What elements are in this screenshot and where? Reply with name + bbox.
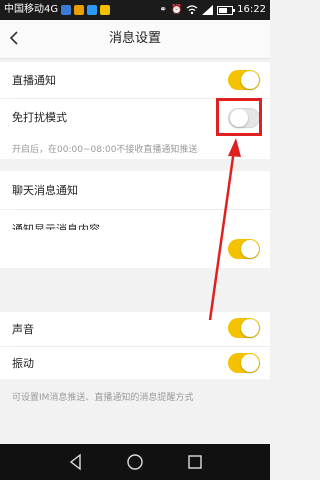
setting-label: 聊天消息通知	[12, 184, 78, 197]
recents-square-icon[interactable]	[185, 452, 205, 472]
clock: 16:22	[237, 4, 266, 15]
setting-row-unlabeled	[0, 230, 270, 268]
app-notification-icon	[61, 5, 72, 15]
headphone-icon: ⚭	[159, 5, 167, 15]
toggle-knob	[241, 240, 259, 258]
system-nav-bar	[0, 444, 270, 480]
alarm-icon: ⏰	[170, 5, 183, 15]
footer-note: 可设置IM消息推送、直播通知的消息提醒方式	[12, 393, 194, 403]
setting-label: 直播通知	[12, 74, 56, 87]
do-not-disturb-note: 开启后，在00:00~08:00不接收直播通知推送	[12, 145, 198, 155]
status-bar-left: 中国移动4G	[4, 0, 111, 20]
battery-icon	[217, 5, 236, 15]
wifi-icon	[186, 5, 198, 15]
annotation-highlight-box	[216, 98, 262, 136]
carrier-label: 中国移动4G	[4, 4, 59, 15]
page-title: 消息设置	[108, 31, 161, 46]
vibration-toggle[interactable]	[228, 353, 260, 373]
setting-row-sound: 声音	[0, 312, 270, 346]
setting-row-chat-notification[interactable]: 聊天消息通知	[0, 171, 270, 209]
setting-label: 声音	[12, 323, 34, 336]
app-notification-icon	[100, 5, 111, 15]
toggle-knob	[241, 319, 259, 337]
toggle-knob	[241, 71, 259, 89]
back-triangle-icon[interactable]	[66, 452, 86, 472]
home-circle-icon[interactable]	[125, 452, 145, 472]
setting-label: 免打扰模式	[12, 111, 67, 124]
setting-label: 振动	[12, 357, 34, 370]
live-notification-toggle[interactable]	[228, 70, 260, 90]
status-bar: 中国移动4G ⚭ ⏰ 16:22	[0, 0, 270, 20]
app-notification-icon	[87, 5, 98, 15]
unlabeled-toggle[interactable]	[228, 239, 260, 259]
toggle-knob	[241, 354, 259, 372]
setting-row-live-notification: 直播通知	[0, 62, 270, 98]
status-bar-right: ⚭ ⏰ 16:22	[159, 0, 266, 20]
sound-toggle[interactable]	[228, 318, 260, 338]
setting-row-vibration: 振动	[0, 347, 270, 379]
signal-icon	[202, 5, 214, 15]
title-bar: 消息设置	[0, 20, 270, 59]
app-notification-icon	[74, 5, 85, 15]
